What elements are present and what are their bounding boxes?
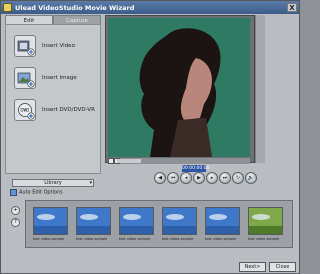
thumbnail-label: test video sample — [162, 237, 194, 241]
chevron-down-icon: ▾ — [89, 180, 92, 186]
image-plus-icon — [14, 67, 36, 89]
video-preview[interactable] — [108, 18, 250, 157]
library-thumbnail[interactable] — [248, 207, 283, 235]
thumbnail-image — [34, 208, 67, 234]
library-thumbnail[interactable] — [33, 207, 68, 235]
next-frame-button[interactable]: ▸ — [206, 172, 218, 184]
preview-image — [108, 18, 250, 157]
insert-image-button[interactable]: Insert Image — [12, 67, 102, 93]
library-thumbnail[interactable] — [205, 207, 240, 235]
playback-timeline[interactable] — [108, 158, 250, 164]
timecode-display[interactable]: 00:00:00:00 — [182, 165, 209, 172]
add-to-library-button[interactable]: + — [11, 206, 20, 215]
library-dropdown-value: Library — [44, 180, 62, 186]
library-thumbnail[interactable] — [76, 207, 111, 235]
previous-frame-button[interactable]: ◂ — [180, 172, 192, 184]
library-thumbnail-strip: test video sample test video sample test v… — [25, 200, 293, 248]
library-thumbnail[interactable] — [162, 207, 197, 235]
library-thumbnail[interactable] — [119, 207, 154, 235]
auto-edit-icon — [10, 189, 17, 196]
next-button[interactable]: Next> — [239, 262, 266, 272]
thumbnail-image — [249, 208, 282, 234]
thumbnail-image — [77, 208, 110, 234]
app-icon — [3, 3, 12, 12]
insert-video-button[interactable]: Insert Video — [12, 35, 102, 61]
thumbnail-label: test video sample — [76, 237, 108, 241]
play-button[interactable]: ▶ — [193, 172, 205, 184]
auto-edit-options-button[interactable]: Auto Edit Options — [10, 189, 63, 197]
window-title: Ulead VideoStudio Movie Wizard — [15, 4, 135, 12]
close-window-button[interactable]: X — [287, 3, 297, 12]
insert-video-label: Insert Video — [42, 43, 75, 49]
edit-panel: Insert Video Insert Image DVD Insert DVD… — [5, 24, 101, 174]
thumbnail-label: test video sample — [119, 237, 151, 241]
insert-image-label: Insert Image — [42, 75, 77, 81]
preview-side-rail — [255, 15, 265, 163]
end-button[interactable]: ⏭ — [219, 172, 231, 184]
svg-text:DVD: DVD — [20, 108, 29, 113]
insert-dvd-label: Insert DVD/DVD-VR — [42, 107, 95, 113]
rewind-button[interactable]: ◀ — [154, 172, 166, 184]
auto-edit-label: Auto Edit Options — [19, 189, 63, 196]
title-bar[interactable]: Ulead VideoStudio Movie Wizard X — [1, 1, 299, 14]
volume-button[interactable]: 🔈 — [245, 172, 257, 184]
dvd-plus-icon: DVD — [14, 99, 36, 121]
library-options-button[interactable]: ? — [11, 218, 20, 227]
timeline-progress — [117, 159, 141, 163]
thumbnail-image — [163, 208, 196, 234]
thumbnail-image — [120, 208, 153, 234]
library-dropdown[interactable]: Library ▾ — [12, 179, 94, 187]
thumbnail-label: test video sample — [248, 237, 280, 241]
wizard-window: Ulead VideoStudio Movie Wizard X Edit Ca… — [0, 0, 300, 274]
repeat-button[interactable]: ↻ — [232, 172, 244, 184]
close-button[interactable]: Close — [269, 262, 296, 272]
thumbnail-label: test video sample — [33, 237, 65, 241]
thumbnail-image — [206, 208, 239, 234]
thumbnail-label: test video sample — [205, 237, 237, 241]
film-strip-plus-icon — [14, 35, 36, 57]
home-button[interactable]: ⏮ — [167, 172, 179, 184]
insert-dvd-button[interactable]: DVD Insert DVD/DVD-VR — [12, 99, 102, 125]
